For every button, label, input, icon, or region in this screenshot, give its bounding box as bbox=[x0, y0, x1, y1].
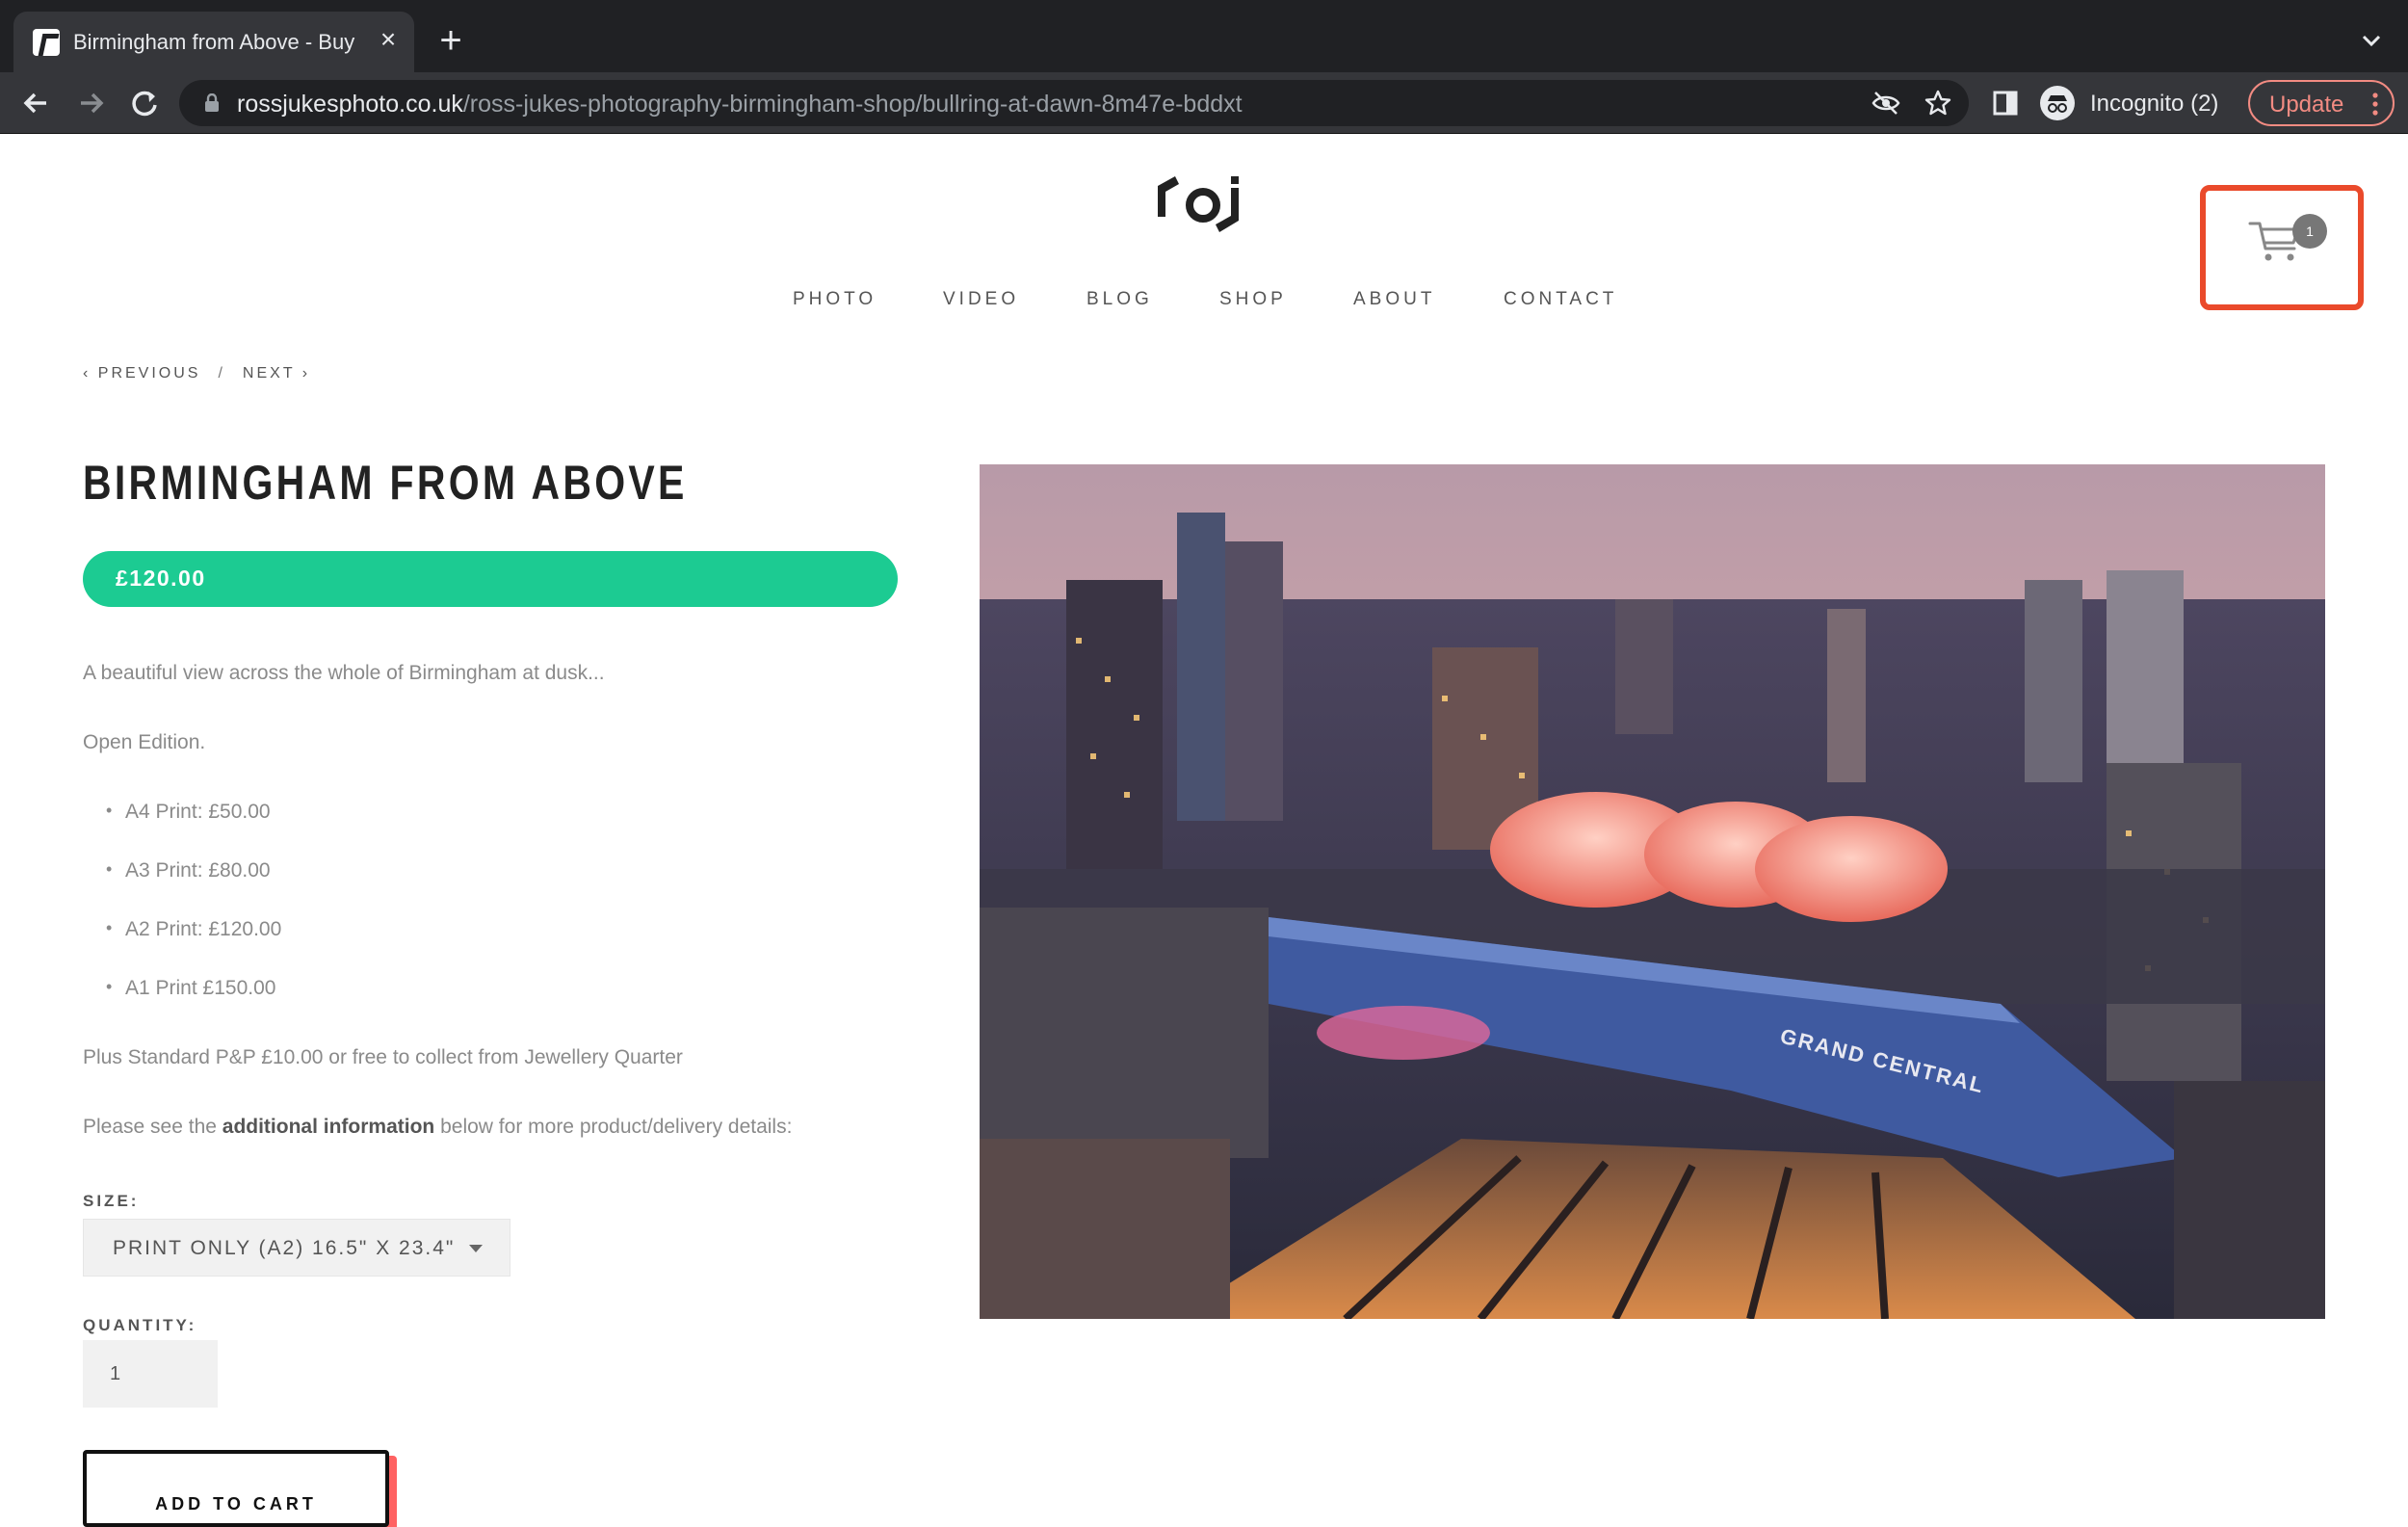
cart-count-badge: 1 bbox=[2292, 214, 2327, 249]
additional-information-link[interactable]: additional information bbox=[222, 1116, 435, 1138]
caret-down-icon bbox=[469, 1245, 483, 1252]
list-item: A1 Print £150.00 bbox=[106, 977, 276, 1000]
list-item: A2 Print: £120.00 bbox=[106, 918, 281, 941]
nav-about[interactable]: ABOUT bbox=[1353, 289, 1435, 310]
edition-text: Open Edition. bbox=[83, 731, 206, 753]
new-tab-icon[interactable]: + bbox=[433, 21, 468, 60]
list-item: A3 Print: £80.00 bbox=[106, 859, 271, 882]
price-bar: £120.00 bbox=[83, 551, 898, 607]
quantity-label: QUANTITY: bbox=[83, 1316, 197, 1334]
product-pager: ‹ PREVIOUS / NEXT › bbox=[83, 365, 310, 382]
eye-slash-icon[interactable] bbox=[1871, 88, 1901, 118]
site-logo[interactable] bbox=[1150, 172, 1256, 250]
size-select[interactable]: PRINT ONLY (A2) 16.5" X 23.4" bbox=[83, 1219, 510, 1277]
update-button[interactable]: Update bbox=[2248, 80, 2395, 126]
star-bookmark-icon[interactable] bbox=[1923, 88, 1953, 118]
nav-video[interactable]: VIDEO bbox=[943, 289, 1019, 310]
product-photo[interactable]: GRAND CENTRAL bbox=[980, 464, 2325, 1319]
browser-tabstrip: Birmingham from Above - Buy × + bbox=[0, 0, 2408, 72]
additional-info-text: Please see the additional information be… bbox=[83, 1116, 793, 1138]
postage-text: Plus Standard P&P £10.00 or free to coll… bbox=[83, 1046, 683, 1068]
cart-highlight[interactable]: 1 bbox=[2200, 185, 2364, 310]
chevron-down-icon[interactable] bbox=[2358, 27, 2385, 54]
lock-icon[interactable] bbox=[204, 93, 220, 113]
site-favicon-icon bbox=[33, 29, 60, 56]
forward-arrow-icon[interactable] bbox=[69, 82, 112, 124]
add-to-cart-label: ADD TO CART bbox=[155, 1494, 317, 1514]
url-text: rossjukesphoto.co.uk/ross-jukes-photogra… bbox=[237, 91, 1243, 118]
quantity-input[interactable] bbox=[83, 1340, 218, 1408]
next-link[interactable]: NEXT › bbox=[243, 365, 310, 382]
product-price: £120.00 bbox=[116, 566, 206, 591]
nav-shop[interactable]: SHOP bbox=[1219, 289, 1287, 310]
size-selected-value: PRINT ONLY (A2) 16.5" X 23.4" bbox=[113, 1237, 456, 1259]
address-bar[interactable]: rossjukesphoto.co.uk/ross-jukes-photogra… bbox=[179, 80, 1969, 126]
product-title: BIRMINGHAM FROM ABOVE bbox=[83, 456, 688, 510]
tab-title: Birmingham from Above - Buy bbox=[73, 30, 355, 54]
add-to-cart-button[interactable]: ADD TO CART bbox=[83, 1450, 389, 1527]
main-navigation: PHOTO VIDEO BLOG SHOP ABOUT CONTACT bbox=[0, 289, 2408, 318]
size-label: SIZE: bbox=[83, 1192, 140, 1210]
reload-icon[interactable] bbox=[123, 82, 166, 124]
update-label: Update bbox=[2269, 92, 2344, 118]
browser-toolbar: rossjukesphoto.co.uk/ross-jukes-photogra… bbox=[0, 72, 2408, 134]
incognito-icon bbox=[2040, 86, 2075, 120]
side-panel-icon[interactable] bbox=[1992, 90, 2019, 117]
pager-separator: / bbox=[218, 365, 225, 382]
nav-photo[interactable]: PHOTO bbox=[793, 289, 877, 310]
incognito-profile-button[interactable]: Incognito (2) bbox=[2036, 80, 2229, 126]
web-page: PHOTO VIDEO BLOG SHOP ABOUT CONTACT 1 ‹ … bbox=[0, 134, 2408, 1527]
list-item: A4 Print: £50.00 bbox=[106, 801, 271, 824]
browser-tab[interactable]: Birmingham from Above - Buy × bbox=[13, 12, 414, 72]
product-description: A beautiful view across the whole of Bir… bbox=[83, 662, 605, 684]
incognito-label: Incognito (2) bbox=[2090, 91, 2219, 117]
nav-contact[interactable]: CONTACT bbox=[1504, 289, 1617, 310]
back-arrow-icon[interactable] bbox=[15, 82, 58, 124]
previous-link[interactable]: ‹ PREVIOUS bbox=[83, 365, 200, 382]
more-menu-icon[interactable] bbox=[2371, 92, 2379, 117]
close-tab-icon[interactable]: × bbox=[374, 25, 403, 54]
nav-blog[interactable]: BLOG bbox=[1086, 289, 1153, 310]
